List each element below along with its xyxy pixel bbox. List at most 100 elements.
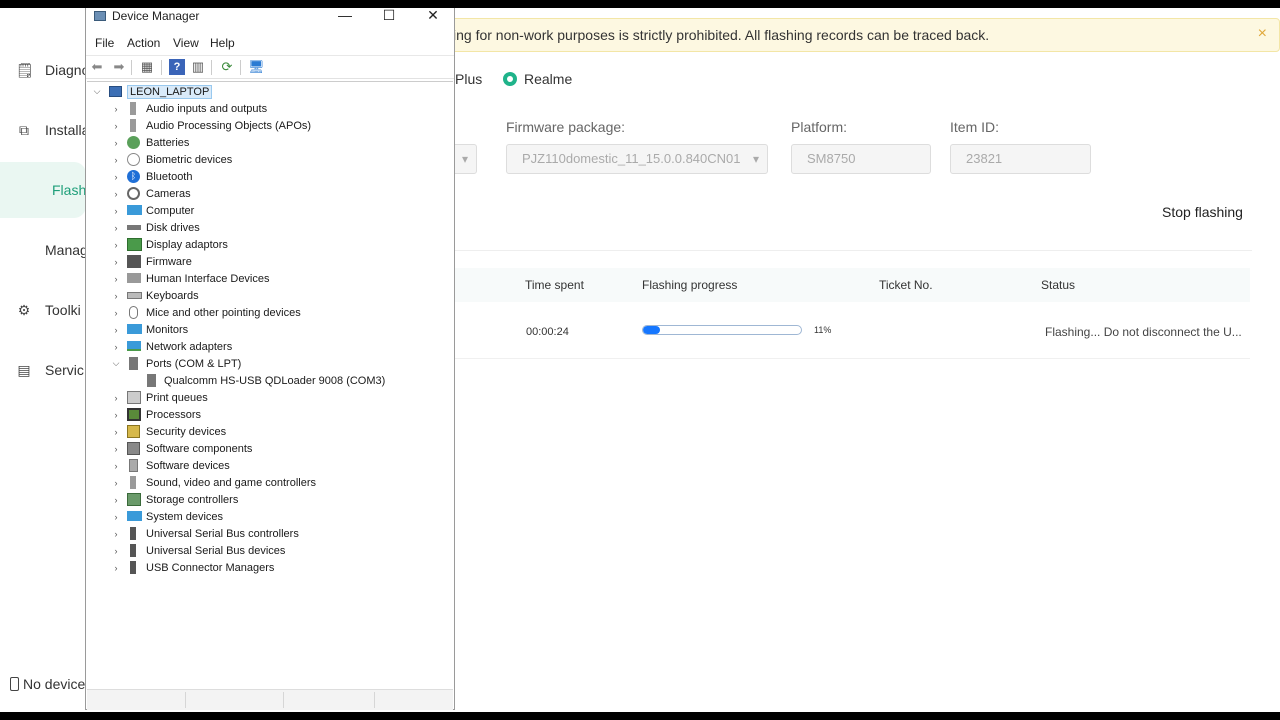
category-label: Monitors — [146, 323, 189, 336]
tree-category[interactable]: › Keyboards — [111, 287, 431, 304]
sidebar-item-toolkit[interactable]: ⚙ Toolki — [0, 282, 86, 338]
status-cell: Flashing... Do not disconnect the U... — [1045, 325, 1242, 339]
root-label: LEON_LAPTOP — [127, 84, 213, 99]
chevron-down-icon[interactable]: ⌵ — [111, 358, 121, 369]
tree-category[interactable]: › Software components — [111, 440, 431, 457]
tree-category[interactable]: › Batteries — [111, 134, 431, 151]
menu-file[interactable]: File — [95, 36, 114, 50]
tree-category[interactable]: › Computer — [111, 202, 431, 219]
category-label: Sound, video and game controllers — [146, 476, 316, 489]
chevron-right-icon[interactable]: › — [111, 495, 121, 505]
tree-category[interactable]: › Storage controllers — [111, 491, 431, 508]
chevron-right-icon[interactable]: › — [111, 478, 121, 488]
sidebar-item-manage[interactable]: Manag — [0, 222, 88, 278]
tree-category[interactable]: › Biometric devices — [111, 151, 431, 168]
tree-category[interactable]: › Mice and other pointing devices — [111, 304, 431, 321]
radio-selected-icon[interactable] — [503, 72, 517, 86]
brand-option-plus[interactable]: Plus — [455, 71, 482, 87]
tree-category[interactable]: › Security devices — [111, 423, 431, 440]
chevron-right-icon[interactable]: › — [111, 155, 121, 165]
close-button[interactable]: ✕ — [411, 8, 455, 27]
tree-category[interactable]: › Display adaptors — [111, 236, 431, 253]
sidebar-item-label: Servic — [45, 362, 84, 378]
chevron-down-icon[interactable]: ⌵ — [92, 86, 102, 97]
stop-flashing-button[interactable]: Stop flashing — [1156, 197, 1249, 227]
tree-category[interactable]: › ᛒ Bluetooth — [111, 168, 431, 185]
chevron-right-icon[interactable]: › — [111, 223, 121, 233]
chevron-right-icon[interactable]: › — [111, 291, 121, 301]
forward-arrow-icon[interactable]: ➡ — [111, 59, 127, 75]
brand-option-realme[interactable]: Realme — [503, 71, 572, 87]
column-header-status: Status — [1041, 278, 1076, 292]
tree-device[interactable]: Qualcomm HS-USB QDLoader 9008 (COM3) — [129, 372, 429, 389]
menu-help[interactable]: Help — [210, 36, 235, 50]
menu-view[interactable]: View — [173, 36, 199, 50]
item-id-field[interactable]: 23821 — [950, 144, 1091, 174]
chevron-right-icon[interactable]: › — [111, 138, 121, 148]
category-label: Human Interface Devices — [146, 272, 270, 285]
properties-icon[interactable]: ▦ — [139, 59, 155, 75]
partial-select[interactable]: ▾ — [452, 144, 477, 174]
sidebar-item-install[interactable]: ⧉ Installa — [0, 102, 89, 158]
firmware-select[interactable]: PJZ110domestic_11_15.0.0.840CN01 ▾ — [506, 144, 768, 174]
tree-category[interactable]: › Firmware — [111, 253, 431, 270]
minimize-button[interactable]: — — [323, 8, 367, 27]
tree-category[interactable]: › USB Connector Managers — [111, 559, 431, 576]
tree-category[interactable]: › Human Interface Devices — [111, 270, 431, 287]
chevron-right-icon[interactable]: › — [111, 529, 121, 539]
tree-category[interactable]: › Universal Serial Bus controllers — [111, 525, 431, 542]
time-spent-cell: 00:00:24 — [526, 326, 569, 338]
view-icon[interactable]: ▥ — [190, 59, 206, 75]
chevron-right-icon[interactable]: › — [111, 461, 121, 471]
tree-category[interactable]: › Processors — [111, 406, 431, 423]
tree-category[interactable]: › Network adapters — [111, 338, 431, 355]
tree-category[interactable]: › Universal Serial Bus devices — [111, 542, 431, 559]
category-label: System devices — [146, 510, 224, 523]
menu-action[interactable]: Action — [127, 36, 160, 50]
chevron-right-icon[interactable]: › — [111, 546, 121, 556]
tree-category[interactable]: › Monitors — [111, 321, 431, 338]
chevron-right-icon[interactable]: › — [111, 206, 121, 216]
title-bar[interactable]: Device Manager — ☐ ✕ — [86, 8, 454, 27]
chevron-right-icon[interactable]: › — [111, 427, 121, 437]
maximize-button[interactable]: ☐ — [367, 8, 411, 27]
chevron-right-icon[interactable]: › — [111, 444, 121, 454]
chevron-right-icon[interactable]: › — [111, 410, 121, 420]
help-icon[interactable]: ? — [169, 59, 185, 75]
chevron-right-icon[interactable]: › — [111, 257, 121, 267]
chevron-right-icon[interactable]: › — [111, 121, 121, 131]
platform-field[interactable]: SM8750 — [791, 144, 931, 174]
service-icon: ▤ — [17, 362, 31, 378]
chevron-right-icon[interactable]: › — [111, 189, 121, 199]
tree-category[interactable]: › Cameras — [111, 185, 431, 202]
warning-banner: ing for non-work purposes is strictly pr… — [440, 18, 1280, 52]
chevron-right-icon[interactable]: › — [111, 342, 121, 352]
tree-category[interactable]: › Disk drives — [111, 219, 431, 236]
chevron-right-icon[interactable]: › — [111, 104, 121, 114]
sidebar-item-flash[interactable]: Flash — [0, 162, 86, 218]
scan-hardware-icon[interactable]: 🖥 — [248, 59, 265, 75]
chevron-right-icon[interactable]: › — [111, 512, 121, 522]
sidebar-item-service[interactable]: ▤ Servic — [0, 342, 86, 398]
chevron-right-icon[interactable]: › — [111, 172, 121, 182]
tree-category[interactable]: › Sound, video and game controllers — [111, 474, 431, 491]
chevron-right-icon[interactable]: › — [111, 240, 121, 250]
category-label: Firmware — [146, 255, 192, 268]
close-icon[interactable]: × — [1258, 25, 1267, 43]
tree-category[interactable]: › Software devices — [111, 457, 431, 474]
back-arrow-icon[interactable]: ⬅ — [89, 59, 105, 75]
tree-root[interactable]: ⌵ LEON_LAPTOP — [92, 83, 432, 100]
update-driver-icon[interactable]: ⟳ — [219, 59, 235, 75]
tree-category[interactable]: ⌵ Ports (COM & LPT) — [111, 355, 431, 372]
chevron-right-icon[interactable]: › — [111, 274, 121, 284]
sidebar-item-diagnose[interactable]: 🗒 Diagno — [0, 42, 89, 98]
tree-category[interactable]: › Audio inputs and outputs — [111, 100, 431, 117]
chevron-right-icon[interactable]: › — [111, 563, 121, 573]
tree-category[interactable]: › System devices — [111, 508, 431, 525]
category-label: Mice and other pointing devices — [146, 306, 301, 319]
tree-category[interactable]: › Print queues — [111, 389, 431, 406]
tree-category[interactable]: › Audio Processing Objects (APOs) — [111, 117, 431, 134]
chevron-right-icon[interactable]: › — [111, 308, 121, 318]
chevron-right-icon[interactable]: › — [111, 393, 121, 403]
chevron-right-icon[interactable]: › — [111, 325, 121, 335]
